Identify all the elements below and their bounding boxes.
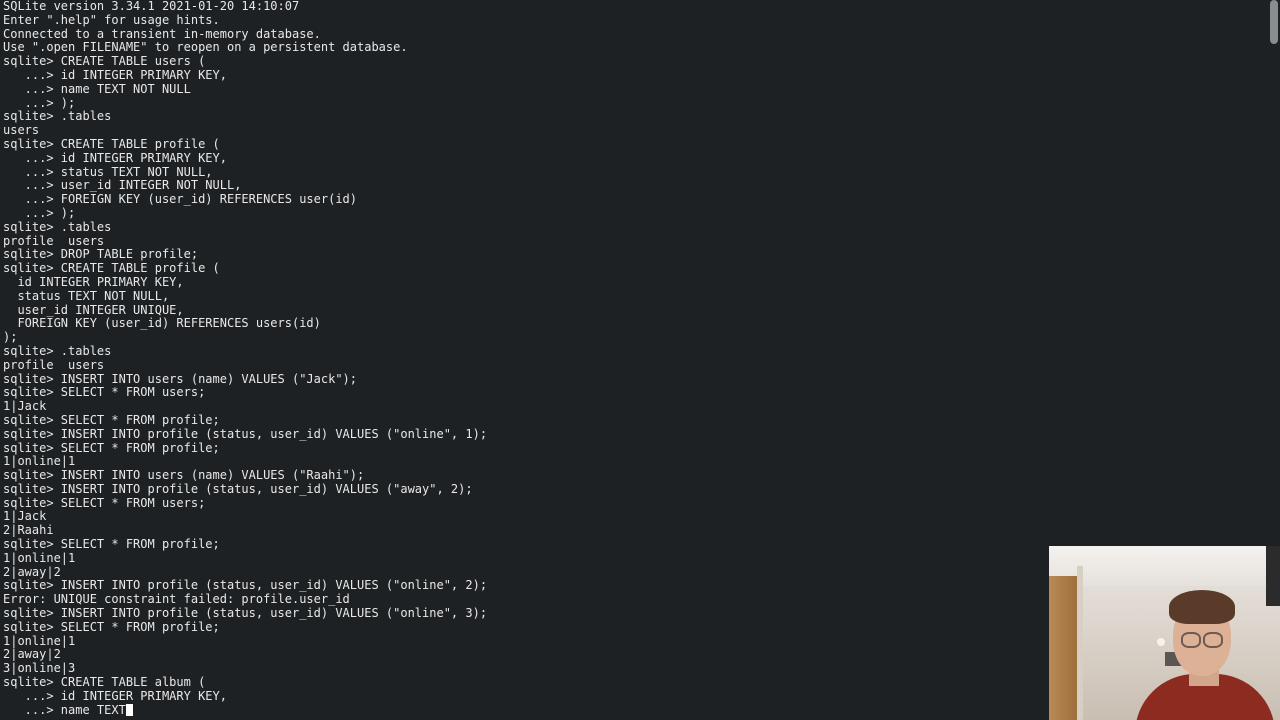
webcam-person-glasses-left bbox=[1181, 632, 1201, 648]
terminal-line: sqlite> .tables bbox=[3, 219, 112, 234]
terminal-line: ...> name TEXT NOT NULL bbox=[3, 81, 191, 96]
terminal-line: sqlite> SELECT * FROM users; bbox=[3, 385, 206, 400]
terminal-input-line[interactable]: ...> name TEXT bbox=[3, 703, 487, 718]
terminal-line: sqlite> INSERT INTO profile (status, use… bbox=[3, 481, 473, 496]
terminal-line: ); bbox=[3, 330, 18, 345]
scrollbar-thumb[interactable] bbox=[1270, 0, 1278, 44]
webcam-ceiling bbox=[1049, 546, 1280, 586]
text-cursor bbox=[125, 703, 133, 716]
terminal-line: sqlite> INSERT INTO users (name) VALUES … bbox=[3, 371, 358, 386]
terminal-window[interactable]: SQLite version 3.34.1 2021-01-20 14:10:0… bbox=[0, 0, 1280, 720]
terminal-line: ...> id INTEGER PRIMARY KEY, bbox=[3, 67, 227, 82]
terminal-line: sqlite> .tables bbox=[3, 109, 112, 124]
terminal-line: sqlite> SELECT * FROM profile; bbox=[3, 619, 220, 634]
terminal-line: sqlite> CREATE TABLE profile ( bbox=[3, 136, 220, 151]
terminal-line: ...> id INTEGER PRIMARY KEY, bbox=[3, 150, 227, 165]
terminal-line: sqlite> INSERT INTO users (name) VALUES … bbox=[3, 468, 365, 483]
terminal-line: user_id INTEGER UNIQUE, bbox=[3, 302, 184, 317]
terminal-line: 2|Raahi bbox=[3, 523, 54, 538]
terminal-line: sqlite> SELECT * FROM profile; bbox=[3, 440, 220, 455]
terminal-line: sqlite> .tables bbox=[3, 343, 112, 358]
terminal-line: 1|online|1 bbox=[3, 633, 76, 648]
terminal-line: 2|away|2 bbox=[3, 647, 61, 662]
terminal-line: 1|Jack bbox=[3, 509, 47, 524]
terminal-line: sqlite> INSERT INTO profile (status, use… bbox=[3, 606, 488, 621]
terminal-line: sqlite> DROP TABLE profile; bbox=[3, 247, 199, 262]
terminal-line: 3|online|3 bbox=[3, 661, 76, 676]
current-input-text[interactable]: ...> name TEXT bbox=[3, 703, 126, 717]
terminal-line: 2|away|2 bbox=[3, 564, 61, 579]
terminal-line: ...> ); bbox=[3, 95, 76, 110]
terminal-line: ...> status TEXT NOT NULL, bbox=[3, 164, 213, 179]
terminal-line: sqlite> CREATE TABLE users ( bbox=[3, 54, 206, 69]
terminal-line: sqlite> CREATE TABLE profile ( bbox=[3, 261, 220, 276]
terminal-line: 1|Jack bbox=[3, 399, 47, 414]
terminal-line: id INTEGER PRIMARY KEY, bbox=[3, 274, 184, 289]
terminal-line: Use ".open FILENAME" to reopen on a pers… bbox=[3, 40, 408, 55]
webcam-shadow bbox=[1266, 546, 1280, 606]
terminal-line: Error: UNIQUE constraint failed: profile… bbox=[3, 592, 350, 607]
terminal-line: profile users bbox=[3, 233, 105, 248]
webcam-person-hair bbox=[1169, 590, 1235, 624]
webcam-doorframe bbox=[1077, 566, 1083, 720]
terminal-line: SQLite version 3.34.1 2021-01-20 14:10:0… bbox=[3, 0, 300, 13]
terminal-line: ...> FOREIGN KEY (user_id) REFERENCES us… bbox=[3, 192, 358, 207]
terminal-line: 1|online|1 bbox=[3, 454, 76, 469]
terminal-line: sqlite> CREATE TABLE album ( bbox=[3, 675, 206, 690]
webcam-overlay bbox=[1049, 546, 1280, 720]
terminal-line: Enter ".help" for usage hints. bbox=[3, 12, 220, 27]
terminal-line: sqlite> SELECT * FROM profile; bbox=[3, 537, 220, 552]
terminal-output: SQLite version 3.34.1 2021-01-20 14:10:0… bbox=[3, 0, 487, 717]
terminal-line: FOREIGN KEY (user_id) REFERENCES users(i… bbox=[3, 316, 321, 331]
webcam-person-glasses-right bbox=[1203, 632, 1223, 648]
terminal-line: sqlite> INSERT INTO profile (status, use… bbox=[3, 426, 488, 441]
terminal-line: status TEXT NOT NULL, bbox=[3, 288, 170, 303]
terminal-line: ...> id INTEGER PRIMARY KEY, bbox=[3, 688, 227, 703]
terminal-line: users bbox=[3, 123, 40, 138]
webcam-lamp bbox=[1157, 638, 1165, 646]
webcam-door bbox=[1049, 576, 1079, 720]
terminal-line: ...> ); bbox=[3, 205, 76, 220]
terminal-line: sqlite> INSERT INTO profile (status, use… bbox=[3, 578, 488, 593]
terminal-line: 1|online|1 bbox=[3, 550, 76, 565]
terminal-line: profile users bbox=[3, 357, 105, 372]
terminal-line: ...> user_id INTEGER NOT NULL, bbox=[3, 178, 242, 193]
terminal-line: sqlite> SELECT * FROM profile; bbox=[3, 412, 220, 427]
terminal-line: sqlite> SELECT * FROM users; bbox=[3, 495, 206, 510]
terminal-line: Connected to a transient in-memory datab… bbox=[3, 26, 321, 41]
